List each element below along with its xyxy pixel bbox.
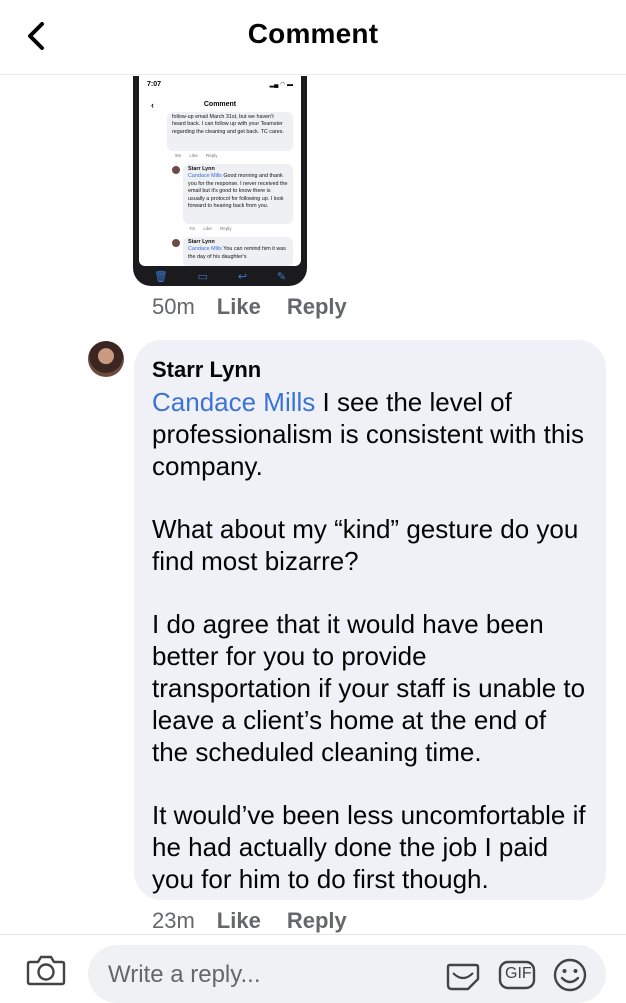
comment-2-meta: 23m Like Reply	[152, 908, 347, 934]
compose-icon: ✎	[276, 270, 287, 283]
comment-paragraph-1: Candace Mills I see the level of profess…	[152, 386, 588, 482]
attached-status-icons: ▂▄ ◠ ▬	[269, 82, 293, 88]
comment-2-like-button[interactable]: Like	[217, 908, 261, 933]
attached-comment-3-mention: Candace Mills	[188, 246, 222, 253]
mention-link[interactable]: Candace Mills	[152, 387, 315, 417]
comment-bubble: Starr Lynn Candace Mills I see the level…	[134, 340, 606, 900]
attached-comment-2-author: Starr Lynn	[188, 166, 215, 172]
comment-paragraph-2: What about my “kind” gesture do you find…	[152, 514, 579, 576]
avatar[interactable]	[88, 341, 124, 377]
gif-button[interactable]: GIF	[498, 960, 536, 995]
comment-1-reply-button[interactable]: Reply	[287, 294, 347, 319]
comment-1-time: 50m	[152, 294, 195, 319]
reply-composer: GIF	[0, 934, 626, 1003]
camera-button[interactable]	[26, 953, 70, 989]
attached-mail-toolbar: 🗑 ▭ ↩ ✎	[139, 266, 301, 286]
attached-comment-2: Starr Lynn Candace Mills Good morning an…	[183, 164, 293, 224]
folder-icon: ▭	[197, 270, 209, 283]
attached-comment-3-author: Starr Lynn	[188, 239, 215, 245]
gif-label: GIF	[505, 965, 532, 982]
sticker-icon	[446, 963, 480, 991]
comment-text: Candace Mills I see the level of profess…	[152, 386, 588, 895]
attached-comment-1: follow-up email March 31st, but we haven…	[167, 112, 293, 151]
attached-comment-1-meta: 9m Like Reply	[175, 153, 226, 158]
comment-paragraph-3: I do agree that it would have been bette…	[152, 609, 586, 767]
sticker-button[interactable]	[444, 959, 482, 998]
comment-author[interactable]: Starr Lynn	[152, 356, 588, 384]
attached-comment-2-meta: 7m Like Reply	[189, 226, 240, 231]
comment-2-reply-button[interactable]: Reply	[287, 908, 347, 933]
attached-meta-like: Like	[203, 226, 212, 231]
header-bar: Comment	[0, 0, 626, 75]
attached-title: Comment	[203, 101, 237, 108]
reply-arrow-icon: ↩	[237, 270, 248, 283]
comment-2-time: 23m	[152, 908, 195, 933]
attached-meta-reply: Reply	[219, 226, 232, 231]
attached-status-time: 7:07	[147, 81, 162, 88]
trash-icon: 🗑	[153, 270, 168, 283]
attached-comment-1-text: follow-up email March 31st, but we haven…	[172, 114, 284, 135]
attached-comment-2-mention: Candace Mills	[188, 173, 222, 180]
reply-box: GIF	[88, 945, 606, 1003]
comment-paragraph-4: It would’ve been less uncomfortable if h…	[152, 800, 586, 894]
emoji-button[interactable]	[552, 957, 588, 998]
attached-meta-like: Like	[189, 153, 198, 158]
attached-meta-time: 7m	[189, 226, 196, 231]
comment-1-like-button[interactable]: Like	[217, 294, 261, 319]
attached-avatar	[172, 166, 180, 174]
emoji-icon	[553, 958, 587, 992]
comment-1-meta: 50m Like Reply	[152, 294, 347, 320]
page-title: Comment	[247, 18, 379, 49]
attached-meta-time: 9m	[175, 153, 182, 158]
camera-icon	[26, 955, 66, 986]
attached-avatar	[172, 239, 180, 247]
attached-screenshot[interactable]: 7:07 ▂▄ ◠ ▬ ‹ Comment follow-up email Ma…	[133, 76, 307, 286]
attached-meta-reply: Reply	[205, 153, 218, 158]
reply-input[interactable]	[106, 957, 430, 993]
attached-screenshot-screen: 7:07 ▂▄ ◠ ▬ ‹ Comment follow-up email Ma…	[139, 76, 301, 266]
attached-comment-3: Starr Lynn Candace Mills You can remind …	[183, 237, 293, 266]
